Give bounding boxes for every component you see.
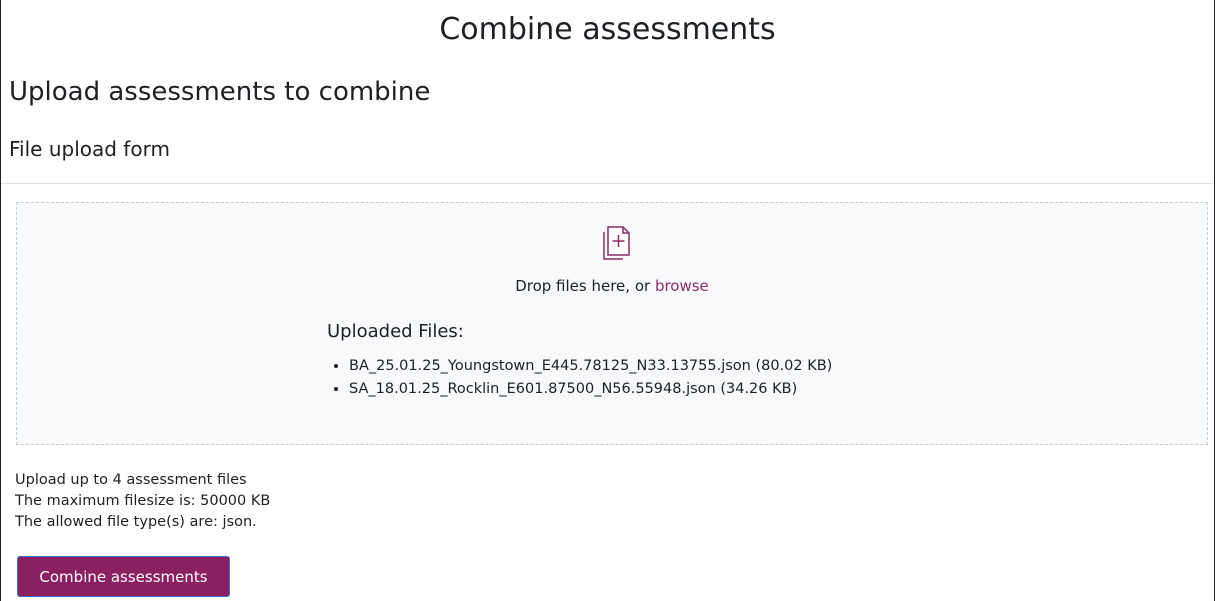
drop-instructions: Drop files here, or browse	[17, 275, 1207, 297]
page-title: Combine assessments	[439, 12, 776, 47]
file-add-icon[interactable]	[597, 223, 637, 263]
uploaded-file-item: BA_25.01.25_Youngstown_E445.78125_N33.13…	[349, 355, 832, 378]
browse-link[interactable]: browse	[655, 277, 709, 295]
max-files-text: Upload up to 4 assessment files	[15, 472, 247, 488]
drop-text: Drop files here, or	[515, 277, 655, 295]
combine-assessments-button[interactable]: Combine assessments	[17, 556, 230, 597]
form-heading: File upload form	[9, 137, 170, 161]
upload-info: Upload up to 4 assessment files The maxi…	[15, 470, 270, 533]
section-heading: Upload assessments to combine	[9, 77, 431, 107]
divider	[1, 183, 1213, 184]
file-types-text: The allowed file type(s) are: json.	[15, 514, 257, 530]
uploaded-file-item: SA_18.01.25_Rocklin_E601.87500_N56.55948…	[349, 378, 832, 401]
uploaded-files-list: BA_25.01.25_Youngstown_E445.78125_N33.13…	[327, 355, 832, 401]
uploaded-files-heading: Uploaded Files:	[327, 321, 464, 342]
file-dropzone[interactable]: Drop files here, or browse Uploaded File…	[16, 202, 1208, 445]
max-size-text: The maximum filesize is: 50000 KB	[15, 493, 271, 509]
